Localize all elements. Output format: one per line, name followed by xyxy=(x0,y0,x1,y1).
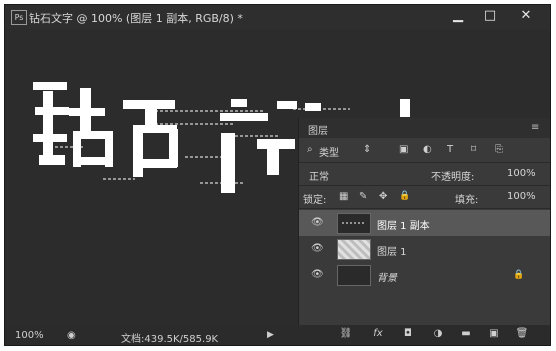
maximize-button[interactable]: □ xyxy=(474,6,506,26)
layer-lock-icon: 🔒 xyxy=(513,270,525,280)
layer-name[interactable]: 图层 1 副本 xyxy=(377,217,430,232)
delete-layer-icon[interactable]: 🗑 xyxy=(515,327,529,341)
glyph-4 xyxy=(277,99,410,117)
lock-fill-row: 锁定: ▦ ✎ ✥ 🔒 填充: 100% xyxy=(299,186,550,209)
layer-thumbnail xyxy=(337,239,371,260)
opacity-label: 不透明度: xyxy=(431,172,475,183)
status-menu-arrow-icon[interactable]: ▶ xyxy=(267,330,274,340)
search-icon: ⌕ xyxy=(307,144,313,155)
glyph-2 xyxy=(123,100,178,177)
lock-position-icon[interactable]: ✥ xyxy=(379,191,387,203)
fill-label: 填充: xyxy=(455,195,479,206)
text-filter-icon[interactable]: T xyxy=(447,144,453,156)
layer-name[interactable]: 背景 xyxy=(377,269,397,284)
lock-transparent-icon[interactable]: ▦ xyxy=(339,191,348,203)
blend-mode-select[interactable]: 正常 xyxy=(309,168,329,183)
layer-name[interactable]: 图层 1 xyxy=(377,243,407,258)
eye-icon[interactable]: 👁 xyxy=(311,217,324,229)
layer-filter-row: ⌕ 类型 ⇕ ▣ ◐ T ⌑ ⎘ xyxy=(299,138,550,163)
image-filter-icon[interactable]: ▣ xyxy=(399,144,408,156)
document-tab-title[interactable]: 钻石文字 @ 100% (图层 1 副本, RGB/8) * xyxy=(29,10,243,26)
zoom-level[interactable]: 100% xyxy=(15,330,44,341)
layers-panel-footer: ⛓ fx ◘ ◑ ▬ ▣ 🗑 xyxy=(335,327,550,343)
layer-row[interactable]: 👁 背景 🔒 xyxy=(299,262,550,288)
layer-thumbnail xyxy=(337,265,371,286)
glyph-3 xyxy=(220,99,295,193)
close-button[interactable]: ✕ xyxy=(510,6,542,26)
smart-object-filter-icon[interactable]: ⎘ xyxy=(495,144,503,156)
glyph-1 xyxy=(33,82,113,167)
blend-opacity-row: 正常 不透明度: 100% xyxy=(299,163,550,186)
minimize-button[interactable]: ▁ xyxy=(442,6,474,26)
layers-panel: 图层 ≡ ⌕ 类型 ⇕ ▣ ◐ T ⌑ ⎘ 正常 不透明度: 100% 锁定: … xyxy=(298,118,550,345)
adjustment-layer-icon[interactable]: ◑ xyxy=(431,327,445,341)
ps-app-icon: Ps xyxy=(11,10,27,25)
layer-row[interactable]: 👁 图层 1 副本 xyxy=(299,210,550,236)
adjustment-filter-icon[interactable]: ◐ xyxy=(423,144,432,156)
filter-kind-select[interactable]: 类型 xyxy=(319,144,339,159)
filter-kind-arrows-icon: ⇕ xyxy=(363,144,372,155)
fill-value[interactable]: 100% xyxy=(507,191,536,202)
opacity-value[interactable]: 100% xyxy=(507,168,536,179)
eye-icon[interactable]: 👁 xyxy=(311,269,324,281)
link-layers-icon[interactable]: ⛓ xyxy=(339,327,353,341)
photoshop-window: Ps 钻石文字 @ 100% (图层 1 副本, RGB/8) * ▁ □ ✕ xyxy=(4,4,551,346)
layer-row[interactable]: 👁 图层 1 xyxy=(299,236,550,262)
document-size: 文档:439.5K/585.9K xyxy=(121,334,219,345)
fx-icon[interactable]: fx xyxy=(371,327,385,341)
panel-menu-icon[interactable]: ≡ xyxy=(531,122,539,133)
lock-all-icon[interactable]: 🔒 xyxy=(399,190,410,202)
title-bar: Ps 钻石文字 @ 100% (图层 1 副本, RGB/8) * ▁ □ ✕ xyxy=(5,5,550,29)
lock-label: 锁定: xyxy=(303,195,327,206)
layers-panel-header: 图层 ≡ xyxy=(299,118,550,138)
new-layer-icon[interactable]: ▣ xyxy=(487,327,501,341)
status-icon: ◉ xyxy=(67,330,76,341)
new-group-icon[interactable]: ▬ xyxy=(459,327,473,341)
layers-panel-title[interactable]: 图层 xyxy=(308,122,328,137)
add-mask-icon[interactable]: ◘ xyxy=(401,327,415,341)
eye-icon[interactable]: 👁 xyxy=(311,243,324,255)
shape-filter-icon[interactable]: ⌑ xyxy=(471,144,476,156)
layer-thumbnail xyxy=(337,213,371,234)
lock-image-icon[interactable]: ✎ xyxy=(359,191,367,203)
